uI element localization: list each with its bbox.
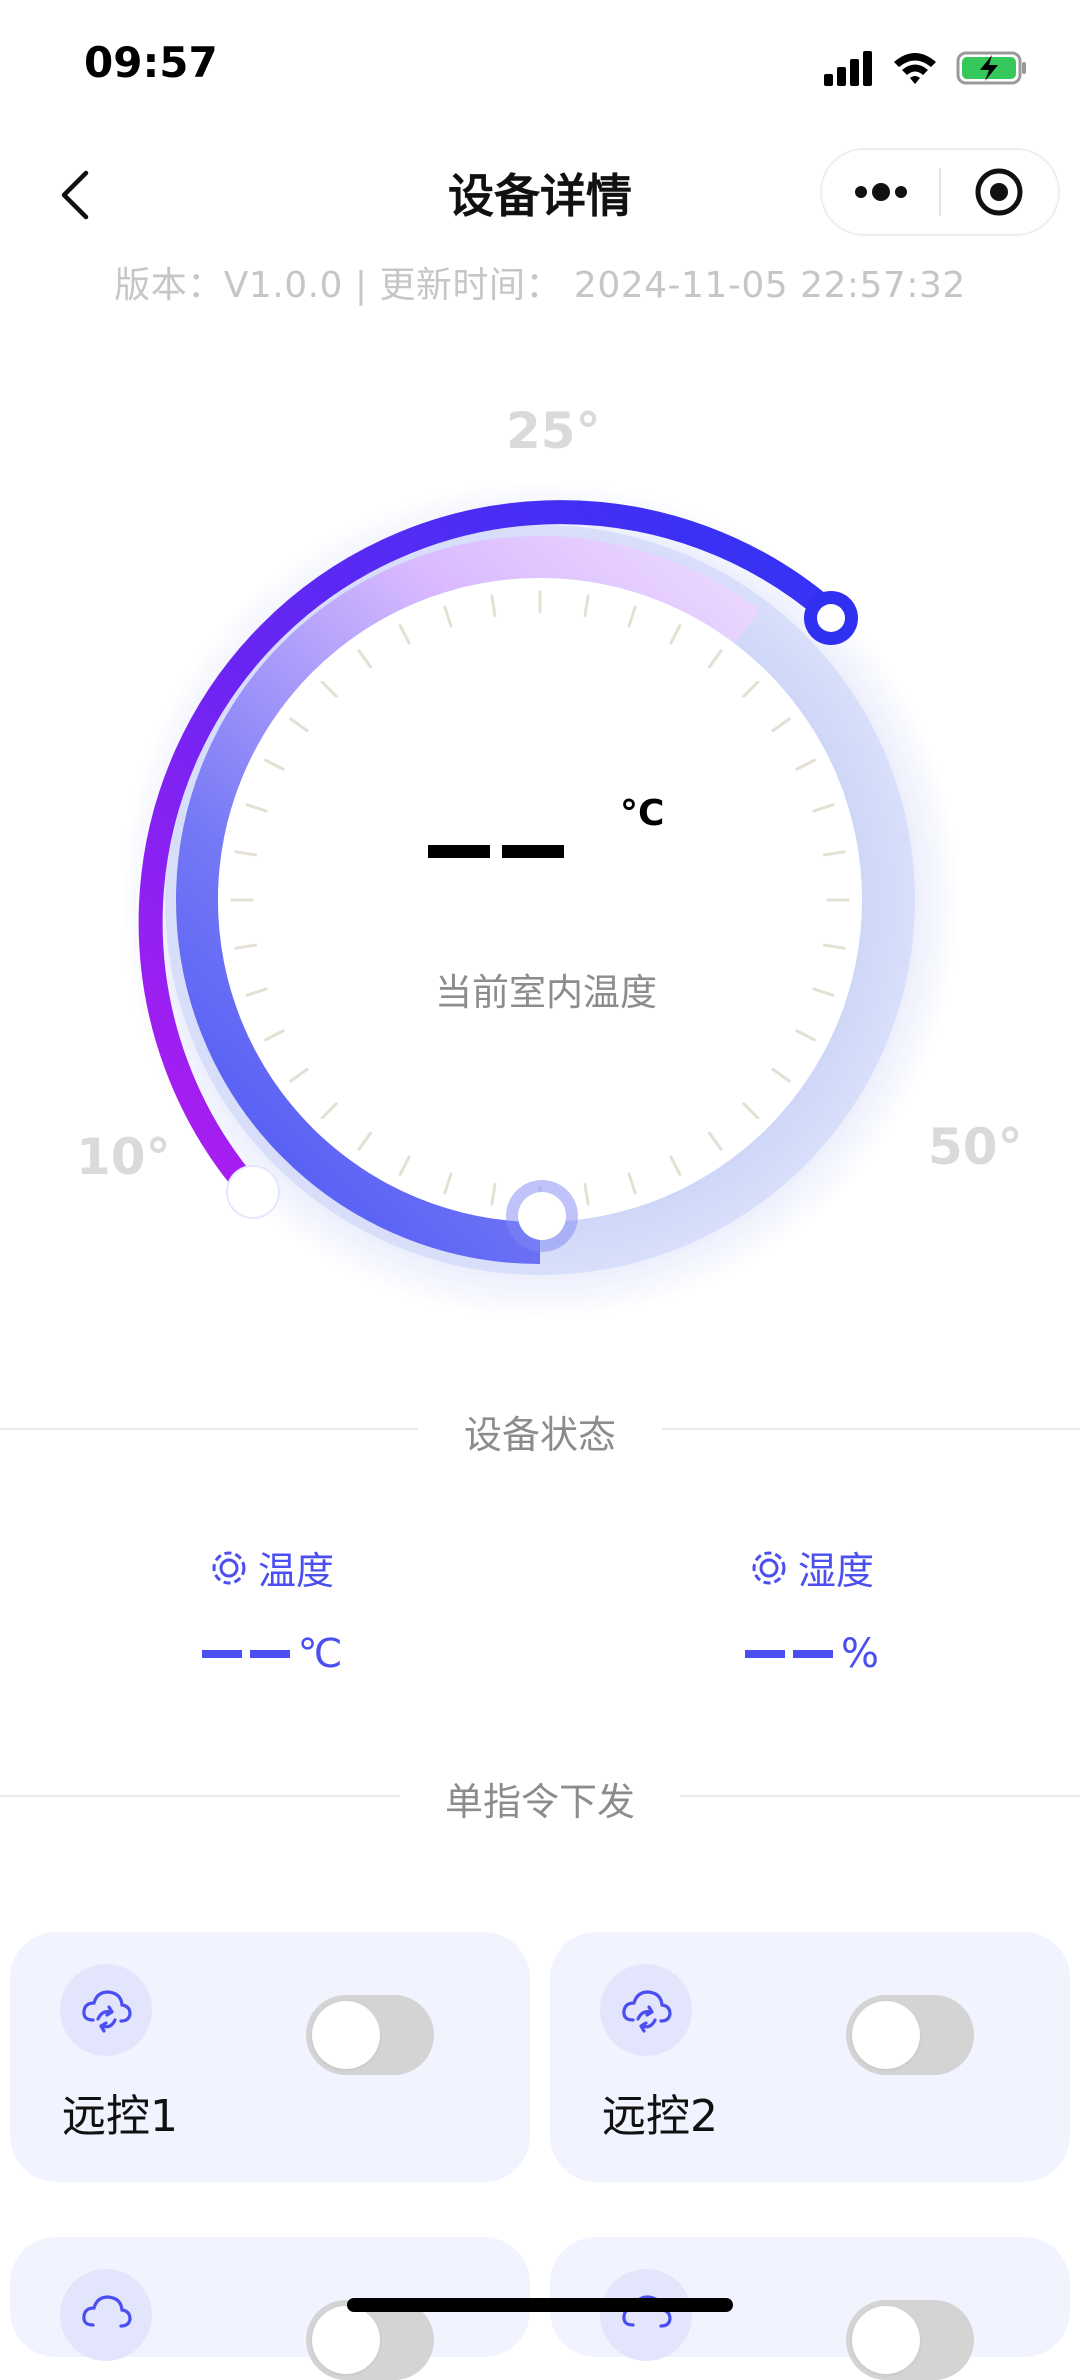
status-time: 09:57 (84, 38, 218, 87)
section-title: 单指令下发 (444, 1780, 635, 1824)
more-dots-icon (854, 183, 907, 201)
remote-control-card-2: 远控2 (550, 1932, 1070, 2182)
remote-control-card-4 (550, 2237, 1070, 2380)
close-miniprogram-button[interactable] (941, 148, 1058, 236)
section-title: 设备状态 (463, 1413, 616, 1457)
reading-dash-2 (502, 845, 564, 858)
stat-value: ℃ (122, 1631, 422, 1677)
remote-control-card-3 (10, 2237, 530, 2380)
stat-humidity: 湿度 % (662, 1540, 962, 1677)
nav-bar: 设备详情 (0, 130, 1080, 260)
reading-dash-1 (428, 845, 490, 858)
value-dash (744, 1650, 785, 1658)
wifi-icon (894, 53, 936, 84)
cellular-signal-icon (824, 51, 872, 86)
value-dash (201, 1650, 242, 1658)
scale-label-max: 50° (928, 1118, 1023, 1176)
scale-label-mid: 25° (506, 402, 601, 460)
sensor-ring-icon (212, 1551, 246, 1584)
toggle-knob (852, 2001, 920, 2069)
mini-program-capsule (820, 148, 1060, 236)
status-icons (824, 46, 1028, 90)
home-indicator (347, 2298, 733, 2312)
dial-handle-end-core (817, 604, 845, 632)
sensor-ring-icon (752, 1551, 786, 1584)
version-info: 版本：V1.0.0 | 更新时间： 2024-11-05 22:57:32 (114, 265, 966, 306)
scale-label-min: 10° (76, 1128, 171, 1186)
card-label: 远控2 (602, 2091, 718, 2142)
cloud-sync-icon (600, 1964, 692, 2056)
cloud-sync-icon (600, 2269, 692, 2361)
temperature-dial: 25° 10° 50° °C 当前室内温度 (0, 360, 1080, 1350)
remote-control-toggle-3[interactable] (306, 2300, 434, 2380)
status-bar: 09:57 (0, 0, 1080, 130)
dial-caption: 当前室内温度 (435, 971, 657, 1014)
cloud-sync-icon (60, 1964, 152, 2056)
cloud-sync-icon (60, 2269, 152, 2361)
toggle-knob (852, 2306, 920, 2374)
remote-control-toggle-1[interactable] (306, 1995, 434, 2075)
remote-control-toggle-2[interactable] (846, 1995, 974, 2075)
stat-temperature: 温度 ℃ (122, 1540, 422, 1677)
toggle-knob (312, 2001, 380, 2069)
remote-control-card-1: 远控1 (10, 1932, 530, 2182)
card-label: 远控1 (62, 2091, 178, 2142)
more-button[interactable] (822, 148, 939, 236)
toggle-knob (312, 2306, 380, 2374)
dial-handle-current[interactable] (518, 1192, 566, 1240)
remote-control-toggle-4[interactable] (846, 2300, 974, 2380)
target-circle-icon (975, 168, 1023, 216)
temperature-unit: °C (620, 793, 665, 834)
dial-face (218, 578, 862, 1222)
stat-value: % (662, 1631, 962, 1677)
section-single-command: 单指令下发 (0, 1765, 1080, 1825)
stat-label: 温度 (257, 1549, 334, 1593)
value-dash (792, 1650, 833, 1658)
stat-unit: ℃ (297, 1631, 343, 1677)
stat-label: 湿度 (797, 1549, 874, 1593)
value-dash (249, 1650, 290, 1658)
dial-handle-start[interactable] (226, 1165, 280, 1219)
section-device-status: 设备状态 (0, 1398, 1080, 1458)
battery-charging-icon (956, 51, 1026, 85)
stat-unit: % (840, 1631, 879, 1677)
